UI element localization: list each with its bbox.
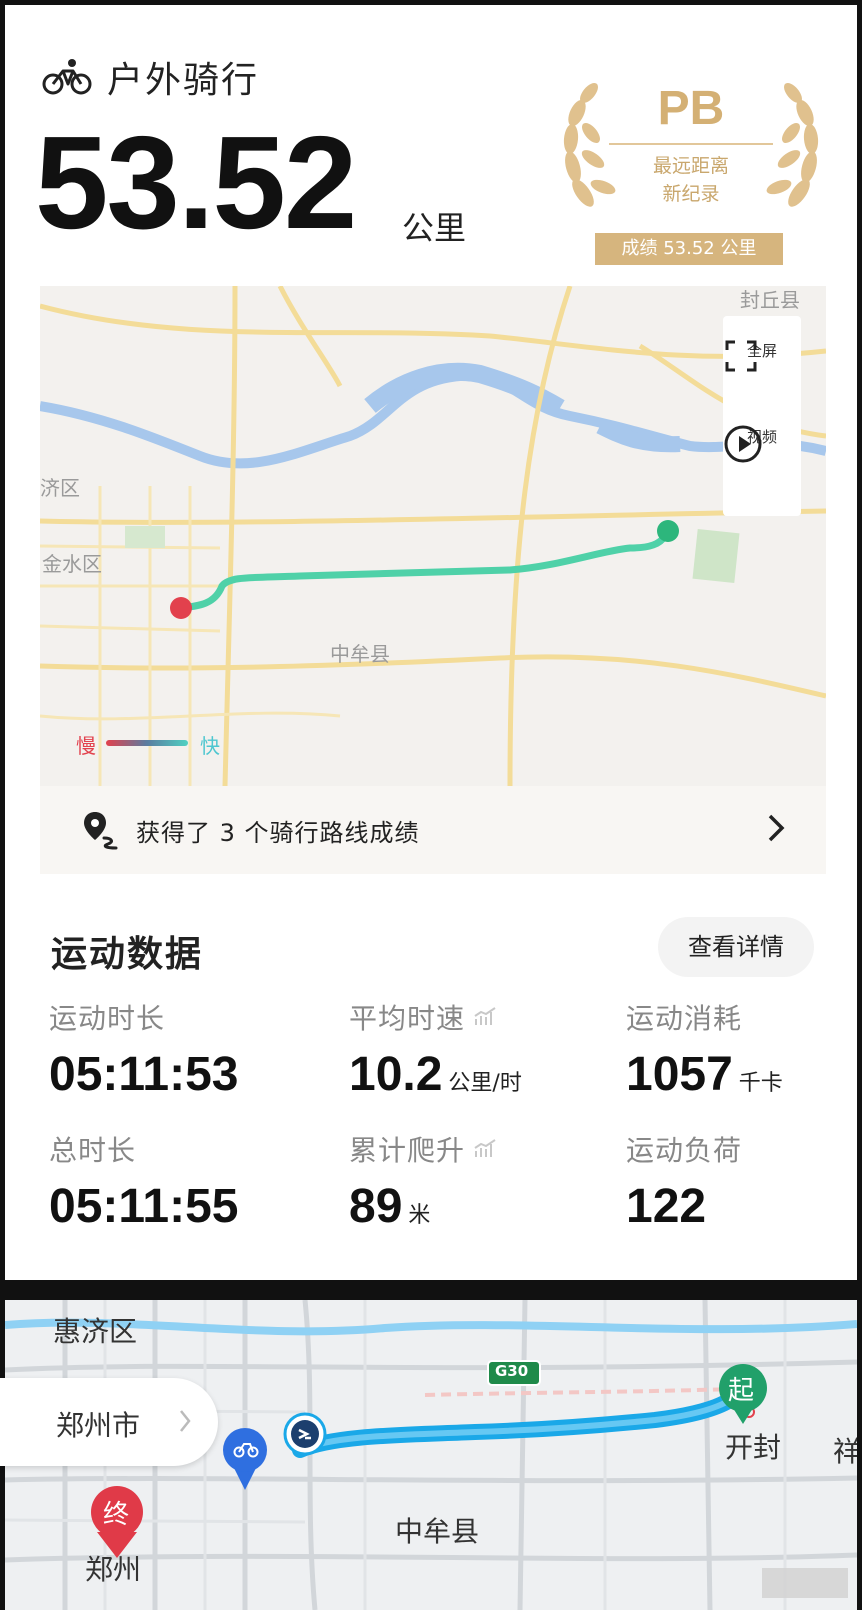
distance-unit: 公里 (402, 209, 467, 247)
trend-chart-icon (474, 1007, 496, 1025)
route-map[interactable]: 封丘县 济区 金水区 中牟县 慢 快 全屏 视频 (40, 286, 826, 786)
pb-badge[interactable]: PB 最远距离 新纪录 成绩 53.52 公里 (561, 75, 821, 271)
section-title: 运动数据 (51, 934, 204, 975)
stat-unit: 千卡 (738, 1071, 783, 1096)
stat-value: 122 (626, 1180, 707, 1233)
blur-watermark (762, 1568, 848, 1598)
map-label-fengqiu: 封丘县 (740, 288, 800, 312)
map-controls: 全屏 视频 (723, 316, 801, 516)
stat-unit: 公里/时 (448, 1071, 522, 1096)
bicycle-icon (233, 1443, 259, 1458)
workout-summary-card: 户外骑行 53.52 公里 PB 最远距离 新纪录 成绩 53.52 公里 封丘… (5, 5, 857, 1280)
district-label: 惠济区 (53, 1315, 138, 1348)
stat-label: 运动消耗 (626, 1002, 743, 1035)
route-achievements-text: 获得了 3 个骑行路线成绩 (136, 818, 420, 847)
start-marker: 起 (728, 1376, 755, 1406)
navigation-arrow-icon (298, 1428, 311, 1440)
map-label-zhongmou: 中牟县 (330, 642, 390, 666)
total-distance: 53.52 (35, 109, 357, 256)
stat-value: 05:11:55 (49, 1180, 239, 1233)
sport-name: 户外骑行 (107, 60, 260, 101)
pb-subtitle-1: 最远距离 (652, 155, 729, 177)
city-selector[interactable]: 郑州市 (0, 1378, 218, 1466)
stat-value: 10.2 (349, 1048, 443, 1101)
trend-chart-icon (474, 1139, 496, 1157)
pb-divider (609, 143, 773, 145)
bicycle-icon (42, 59, 92, 95)
edge-label: 祥 (833, 1435, 857, 1468)
legend-fast: 快 (200, 734, 220, 758)
map-label-jinshui: 金水区 (42, 552, 102, 576)
start-point-marker (657, 520, 679, 542)
pb-subtitle-2: 新纪录 (662, 183, 720, 205)
pb-title: PB (657, 82, 725, 135)
map-canvas (40, 286, 826, 786)
sport-type-row: 户外骑行 (41, 51, 259, 103)
end-marker: 终 (103, 1500, 130, 1530)
stat-value: 89 (349, 1180, 403, 1233)
stat-label: 平均时速 (349, 1002, 466, 1035)
stat-label: 累计爬升 (349, 1134, 466, 1167)
chevron-right-icon (180, 1410, 191, 1432)
stat-label: 运动负荷 (626, 1134, 743, 1167)
highway-badge: G30 (495, 1362, 529, 1380)
fullscreen-button[interactable]: 全屏 (723, 338, 801, 372)
stat-value: 1057 (626, 1048, 733, 1101)
stat-total-time: 总时长 05:11:55 (49, 1129, 239, 1234)
stat-label: 运动时长 (49, 1002, 166, 1035)
stat-avg-speed[interactable]: 平均时速 10.2 公里/时 (349, 997, 522, 1102)
video-button[interactable]: 视频 (723, 424, 801, 463)
view-details-button[interactable]: 查看详情 (658, 917, 814, 977)
play-circle-icon (724, 425, 762, 463)
stat-calories: 运动消耗 1057 千卡 (626, 997, 783, 1102)
route-pin-icon (84, 812, 118, 850)
stat-duration: 运动时长 05:11:53 (49, 997, 239, 1102)
city-name: 郑州市 (56, 1409, 141, 1442)
legend-slow: 慢 (76, 734, 96, 758)
end-city-label: 郑州 (85, 1553, 142, 1586)
stat-unit: 米 (408, 1203, 431, 1228)
stat-value: 05:11:53 (49, 1048, 239, 1101)
chevron-right-icon (768, 814, 785, 842)
pb-score: 成绩 53.52 公里 (595, 233, 783, 265)
stat-training-load: 运动负荷 122 (626, 1129, 742, 1234)
stat-elevation[interactable]: 累计爬升 89 米 (349, 1129, 497, 1234)
end-point-marker (170, 597, 192, 619)
map-label-district: 济区 (40, 476, 80, 500)
start-city-label: 开封 (725, 1431, 782, 1464)
county-label: 中牟县 (395, 1515, 480, 1548)
route-achievements-row[interactable]: 获得了 3 个骑行路线成绩 (40, 786, 826, 874)
fullscreen-icon (725, 340, 757, 372)
stat-label: 总时长 (49, 1134, 137, 1167)
